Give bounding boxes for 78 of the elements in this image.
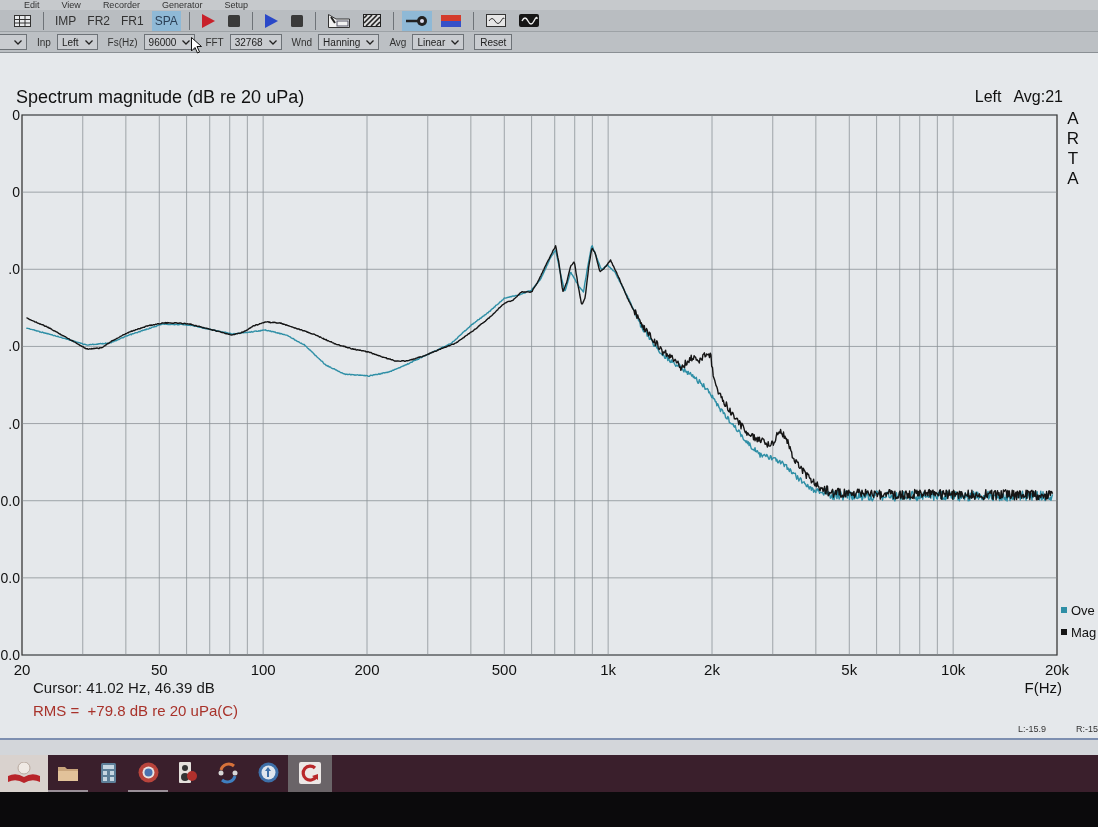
menu-item[interactable]: Recorder: [102, 0, 140, 10]
axis-tick-label: 0: [12, 184, 20, 201]
axis-tick-label: 1k: [600, 661, 617, 676]
axis-tick-label: 20: [13, 661, 31, 676]
level-reading: R:-15: [1076, 724, 1098, 734]
line-dot-icon: [405, 14, 428, 27]
axis-tick-label: 100: [250, 661, 276, 676]
caret-icon: [268, 39, 277, 45]
stop-icon: [290, 14, 303, 27]
speaker-icon: [179, 762, 197, 783]
mode-tab[interactable]: FR2: [84, 10, 113, 31]
dropdown[interactable]: Linear: [412, 34, 465, 50]
axis-tick-label: 0.0: [0, 569, 20, 586]
caret-icon: [84, 39, 93, 45]
field-label: Wnd: [291, 36, 313, 48]
chart-title: Spectrum magnitude (dB re 20 uPa): [16, 86, 305, 108]
mode-tab[interactable]: FR1: [118, 10, 147, 31]
mode-tab[interactable]: SPA: [151, 10, 181, 31]
level-reading: L:-15.9: [1017, 724, 1046, 734]
axis-tick-label: 0.0: [0, 492, 20, 509]
disc-icon: [257, 762, 279, 783]
menu-item[interactable]: Setup: [224, 0, 248, 10]
hatched-icon: [362, 14, 381, 27]
grid-icon: [14, 14, 31, 27]
stop-icon: [227, 14, 240, 27]
sine-wave-icon: [518, 14, 539, 27]
axis-tick-label: 500: [491, 661, 517, 676]
legend-label: Mag: [1071, 625, 1097, 640]
dropdown[interactable]: Hanning: [318, 34, 380, 50]
dropdown[interactable]: 96000: [143, 34, 196, 50]
rms-readout: RMS = +79.8 dB re 20 uPa(C): [33, 701, 239, 719]
taskbar-button[interactable]: [0, 755, 48, 792]
dropdown[interactable]: 32768: [229, 34, 282, 50]
circular-arrow-icon: [299, 761, 321, 784]
legend-label: Ove: [1071, 603, 1095, 618]
ring-icon: [137, 762, 159, 783]
menu-item[interactable]: Generator: [161, 0, 203, 10]
taskbar-button[interactable]: [288, 755, 332, 792]
axis-tick-label: 0.0: [0, 647, 20, 663]
book-icon: [7, 761, 41, 784]
brand-label: ARTA: [1066, 109, 1080, 188]
reset-button[interactable]: Reset: [474, 34, 513, 50]
caret-icon: [14, 39, 22, 45]
mouse-pointer-icon: [191, 37, 202, 54]
axis-tick-label: .0: [8, 338, 20, 355]
gradient-bar-icon: [440, 14, 461, 27]
menu-item[interactable]: Edit: [24, 0, 40, 10]
dropdown[interactable]: Left: [56, 34, 98, 50]
average-count: Avg:21: [1013, 88, 1063, 106]
caret-icon: [366, 39, 375, 45]
axis-tick-label: 200: [354, 661, 380, 676]
sync-icon: [217, 761, 239, 784]
play-icon: [201, 13, 215, 28]
field-label: Fs(Hz): [107, 36, 138, 48]
field-label: Avg: [389, 36, 407, 48]
field-label: Inp: [37, 36, 51, 48]
cursor-readout: Cursor: 41.02 Hz, 46.39 dB: [33, 678, 215, 696]
channel-label: Left: [974, 88, 1002, 106]
caret-icon: [451, 39, 460, 45]
axis-tick-label: 0: [12, 108, 20, 123]
calculator-icon: [100, 762, 116, 783]
axis-tick-label: 2k: [704, 661, 720, 676]
sine-box-icon: [485, 14, 506, 27]
caret-icon: [182, 39, 191, 45]
axis-tick-label: .0: [8, 415, 20, 432]
toolbar-button[interactable]: [401, 10, 432, 31]
menu-item[interactable]: View: [61, 0, 81, 10]
axis-tick-label: 5k: [841, 661, 858, 676]
play-icon: [264, 13, 278, 28]
folder-icon: [58, 764, 78, 781]
mode-tab[interactable]: IMP: [52, 10, 80, 31]
chart-box-icon: [327, 13, 350, 28]
field-label: FFT: [205, 36, 224, 48]
axis-label: F(Hz): [1024, 678, 1062, 696]
axis-tick-label: 10k: [941, 661, 966, 676]
axis-tick-label: 50: [150, 661, 168, 676]
axis-tick-label: 20k: [1044, 661, 1070, 676]
axis-tick-label: .0: [8, 261, 20, 278]
